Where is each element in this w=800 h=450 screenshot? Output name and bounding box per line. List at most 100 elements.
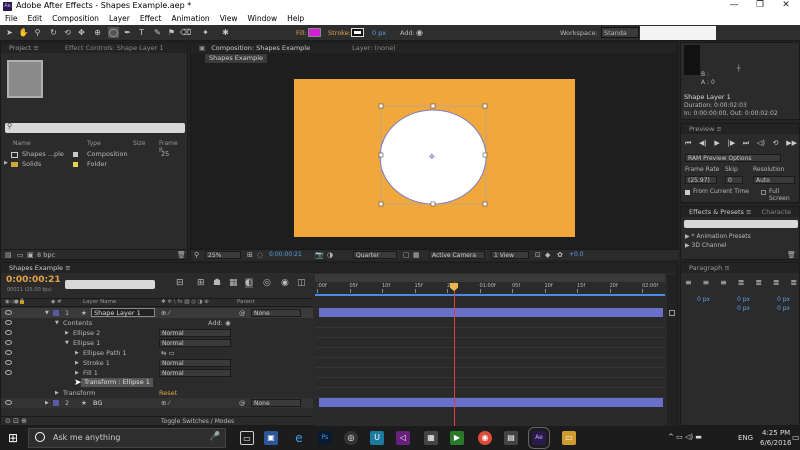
parent-select[interactable]: None (251, 309, 301, 317)
rotate-tool-icon[interactable]: ↻ (48, 27, 59, 38)
table-row[interactable]: ▶ 2 ★ BG ⊕ ⁄ @ None (1, 398, 313, 408)
motion-blur-icon[interactable]: ◐ (245, 278, 253, 288)
table-row[interactable]: ▼ Contents Add: ◉ (1, 318, 313, 328)
color-channel-icon[interactable]: ◑ (327, 251, 333, 259)
eye-icon[interactable] (5, 350, 12, 355)
snapshot-icon[interactable]: 📷 (315, 251, 324, 259)
blend-mode-select[interactable]: Normal (159, 329, 231, 337)
orbit-tool-icon[interactable]: ✥ (76, 27, 87, 38)
timeline-scrollbar[interactable] (667, 274, 677, 426)
expand-arrow-icon[interactable]: ▶ (75, 348, 79, 358)
clock-date[interactable]: 6/6/2016 (760, 439, 791, 447)
menu-view[interactable]: View (215, 13, 243, 25)
menu-composition[interactable]: Composition (47, 13, 104, 25)
eye-icon[interactable] (5, 330, 12, 335)
ram-preview-options-select[interactable]: RAM Preview Options (685, 154, 781, 162)
effects-search-input[interactable] (684, 220, 798, 228)
blend-mode-select[interactable]: Normal (159, 359, 231, 367)
menu-edit[interactable]: Edit (23, 13, 48, 25)
clock-time[interactable]: 4:25 PM (762, 429, 790, 437)
file-explorer-icon[interactable]: ▣ (264, 431, 278, 445)
align-center-icon[interactable]: ≡ (703, 278, 710, 288)
trash-icon[interactable]: 🗑 (177, 251, 186, 259)
brainstorm-icon[interactable]: ◉ (281, 278, 289, 288)
selection-tool-icon[interactable]: ➤ (4, 27, 15, 38)
lock-icon[interactable]: ▣ (199, 44, 205, 52)
app-icon-grid[interactable]: ▤ (504, 431, 518, 445)
ellipse-shape[interactable]: ✥ (371, 100, 493, 212)
table-row[interactable]: ▶ Transform Reset (1, 388, 313, 398)
timeline-graph[interactable]: :00f05f10f15f20f01:00f05f10f15f20f02:00f (315, 274, 665, 426)
exposure-value[interactable]: +0.0 (569, 251, 584, 258)
eye-icon[interactable] (5, 400, 12, 405)
expand-arrow-icon[interactable]: ▼ (55, 318, 59, 328)
space-after-value[interactable]: 0 px (777, 305, 790, 312)
justify-left-icon[interactable]: ≣ (738, 278, 745, 288)
camera-tool-icon[interactable]: ⟲ (62, 27, 73, 38)
work-area-bar[interactable] (315, 274, 665, 282)
eye-icon[interactable] (5, 310, 12, 315)
after-effects-icon[interactable]: Ae (528, 427, 550, 449)
menu-layer[interactable]: Layer (104, 13, 135, 25)
expand-arrow-icon[interactable]: ▶ (65, 328, 69, 338)
expand-arrow-icon[interactable]: ▶ (75, 368, 79, 378)
timeline-search-input[interactable] (65, 280, 155, 289)
menu-file[interactable]: File (0, 13, 23, 25)
app-icon-circle[interactable]: ◎ (344, 431, 358, 445)
parent-select[interactable]: None (251, 399, 301, 407)
type-tool-icon[interactable]: T (136, 27, 147, 38)
indent-first-value[interactable]: 0 px (777, 296, 790, 303)
tab-composition[interactable]: Composition: Shapes Example (211, 44, 310, 52)
adjust-icon[interactable]: ◫ (297, 278, 306, 288)
menu-window[interactable]: Window (243, 13, 283, 25)
effects-item[interactable]: ▶ 3D Channel (685, 242, 727, 249)
resolution-select-preview[interactable]: Auto (753, 176, 795, 184)
transparency-grid-icon[interactable]: ▦ (413, 251, 420, 259)
last-frame-icon[interactable]: ⏭ (743, 139, 749, 149)
comp-timecode[interactable]: 0:00:00:21 (269, 251, 313, 259)
layer-name-field[interactable]: Shape Layer 1 (91, 308, 155, 317)
bpc-label[interactable]: 8 bpc (37, 251, 55, 259)
path-toggle-icon[interactable]: ⇆ ▭ (161, 348, 175, 358)
table-row[interactable]: ▶ Fill 1 Normal (1, 368, 313, 378)
eraser-tool-icon[interactable]: ⌫ (180, 27, 191, 38)
zoom-tool-icon[interactable]: ⚲ (32, 27, 43, 38)
render-icon[interactable]: ◆ (545, 251, 550, 259)
column-name[interactable]: Name (13, 140, 31, 147)
column-type[interactable]: Type (87, 140, 101, 147)
tab-project[interactable]: Project ≡ (9, 44, 39, 52)
table-row[interactable]: ▶ Stroke 1 Normal (1, 358, 313, 368)
pan-behind-tool-icon[interactable]: ⊕ (92, 27, 103, 38)
folder-icon[interactable]: ▭ (562, 431, 576, 445)
resolution-select[interactable]: Quarter (353, 251, 397, 259)
microphone-icon[interactable]: 🎤 (209, 432, 220, 442)
menu-effect[interactable]: Effect (135, 13, 167, 25)
blend-mode-select[interactable]: Normal (159, 369, 231, 377)
effects-item[interactable]: ▶ * Animation Presets (685, 233, 751, 240)
hand-tool-icon[interactable]: ✋ (18, 27, 29, 38)
pickwhip-icon[interactable]: @ (239, 308, 246, 318)
store-icon[interactable]: ▦ (424, 431, 438, 445)
frame-blending-icon[interactable]: ▦ (229, 278, 238, 288)
windows-start-icon[interactable]: ⊞ (8, 431, 18, 445)
project-search-input[interactable]: ⚲ (5, 122, 185, 133)
add-circle-icon[interactable]: ◉ (225, 318, 231, 328)
new-folder-icon[interactable]: ▭ (17, 251, 24, 259)
table-row[interactable]: Transform : Ellipse 1 (1, 378, 313, 388)
skip-select[interactable]: 0 (725, 176, 743, 184)
list-item[interactable]: ▶ Solids Folder (1, 160, 189, 170)
loop-icon[interactable]: ⟲ (773, 139, 779, 149)
region-icon[interactable]: ▢ (403, 251, 410, 259)
full-screen-checkbox[interactable] (761, 190, 766, 195)
app-icon-u[interactable]: U (370, 431, 384, 445)
chrome-icon[interactable]: ◉ (478, 431, 492, 445)
expand-arrow-icon[interactable]: ▶ (4, 160, 8, 166)
app-icon-green[interactable]: ▶ (450, 431, 464, 445)
table-row[interactable]: ▼ Ellipse 1 Normal (1, 338, 313, 348)
eye-icon[interactable] (5, 370, 12, 375)
eye-icon[interactable] (5, 360, 12, 365)
menu-animation[interactable]: Animation (166, 13, 214, 25)
expand-arrow-icon[interactable]: ▶ (75, 358, 79, 368)
reset-exposure-icon[interactable]: ✿ (557, 251, 563, 259)
layer-bar[interactable] (319, 308, 663, 317)
